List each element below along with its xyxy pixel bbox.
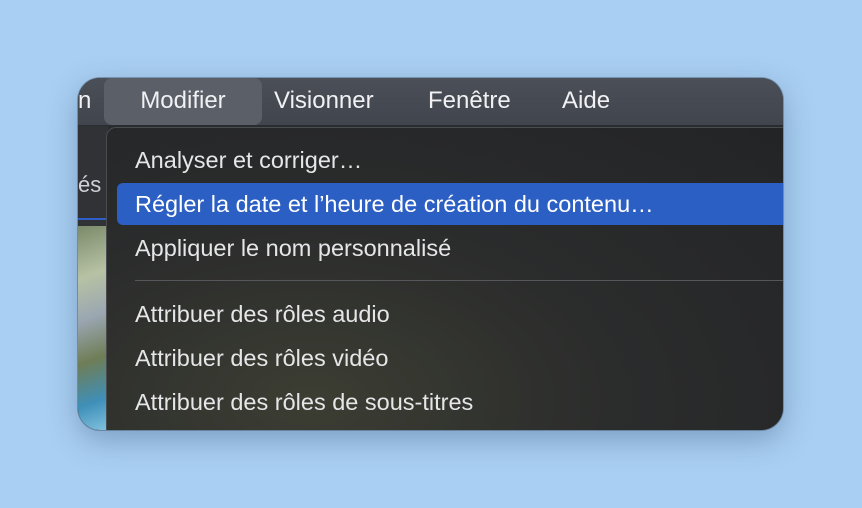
menu-bar-item-aide[interactable]: Aide [562,78,610,125]
clip-thumbnail[interactable] [78,226,106,430]
menu-bar-item-modifier[interactable]: Modifier [104,78,262,125]
menu-bar: n Modifier Visionner Fenêtre Aide [78,78,783,126]
menu-item-roles-video[interactable]: Attribuer des rôles vidéo [117,337,783,379]
selection-divider [78,218,108,220]
menu-item-regler-date-heure[interactable]: Régler la date et l’heure de création du… [117,183,783,225]
menu-separator [135,280,783,281]
app-window: n Modifier Visionner Fenêtre Aide és Ana… [78,78,783,430]
menu-item-roles-audio[interactable]: Attribuer des rôles audio [117,293,783,335]
menu-item-analyser-corriger[interactable]: Analyser et corriger… [117,139,783,181]
truncated-label: és [78,172,102,197]
app-background: és [78,126,108,430]
menu-bar-item-partial[interactable]: n [78,78,98,125]
menu-bar-item-visionner[interactable]: Visionner [274,78,374,125]
menu-item-appliquer-nom[interactable]: Appliquer le nom personnalisé [117,227,783,269]
menu-item-roles-sous-titres[interactable]: Attribuer des rôles de sous-titres [117,381,783,423]
menu-bar-item-fenetre[interactable]: Fenêtre [428,78,511,125]
modifier-dropdown-menu: Analyser et corriger… Régler la date et … [106,127,783,430]
